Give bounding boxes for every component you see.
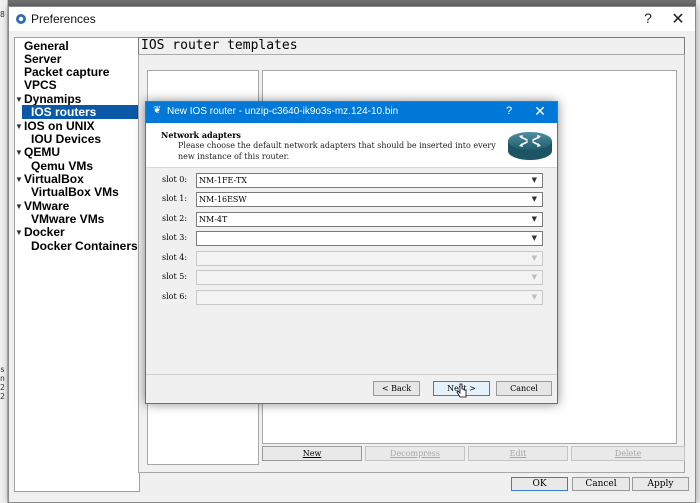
tree-item-label: Packet capture <box>24 65 110 79</box>
slot-3-select[interactable]: ▼ <box>196 231 543 246</box>
slot-4-label: slot 4: <box>162 253 188 262</box>
dialog-help-button[interactable]: ? <box>504 105 514 117</box>
tree-item-label: Dynamips <box>24 92 82 106</box>
dropdown-arrow-icon: ▼ <box>531 176 537 184</box>
tree-item-label: General <box>24 39 69 53</box>
slot-5-select[interactable]: ▼ <box>196 270 543 285</box>
dialog-cancel-button[interactable]: Cancel <box>496 381 552 396</box>
tree-item-ios-routers[interactable]: IOS routers <box>22 105 139 119</box>
preferences-tree[interactable]: General Server Packet capture VPCS ▼Dyna… <box>14 37 140 492</box>
slot-1-label: slot 1: <box>162 194 188 203</box>
slot-2-value: NM-4T <box>199 215 228 224</box>
chevron-down-icon[interactable]: ▼ <box>15 146 24 160</box>
help-button[interactable]: ? <box>641 10 655 26</box>
delete-button[interactable]: Delete <box>571 446 685 461</box>
tree-item-qemu[interactable]: ▼QEMU <box>15 145 139 159</box>
tree-item-qemu-vms[interactable]: Qemu VMs <box>31 159 139 173</box>
slot-0-label: slot 0: <box>162 175 188 184</box>
tree-item-label: IOU Devices <box>31 132 102 146</box>
dialog-separator <box>146 374 557 375</box>
edit-button[interactable]: Edit <box>468 446 568 461</box>
back-button[interactable]: < Back <box>373 381 420 396</box>
tree-item-label: VMware VMs <box>31 212 105 226</box>
tree-item-virtualbox-vms[interactable]: VirtualBox VMs <box>31 185 139 199</box>
slot-6-label: slot 6: <box>162 292 188 301</box>
tree-item-vmware-vms[interactable]: VMware VMs <box>31 212 139 226</box>
tree-item-general[interactable]: General <box>15 39 139 53</box>
tree-item-docker[interactable]: ▼Docker <box>15 225 139 239</box>
tree-item-label: VirtualBox VMs <box>31 185 119 199</box>
slot-0-select[interactable]: NM-1FE-TX ▼ <box>196 173 543 188</box>
slot-3-label: slot 3: <box>162 233 188 242</box>
chevron-down-icon[interactable]: ▼ <box>15 120 24 134</box>
slot-5-label: slot 5: <box>162 272 188 281</box>
preferences-titlebar: Preferences ? ✕ <box>9 7 695 31</box>
tree-item-label: QEMU <box>24 145 60 159</box>
tree-item-label: IOS on UNIX <box>24 119 95 133</box>
tree-item-label: Server <box>24 52 62 66</box>
tree-item-label: VMware <box>24 199 70 213</box>
tree-item-label: VPCS <box>24 78 57 92</box>
background-glyph: 8 <box>0 10 5 19</box>
tree-item-packet-capture[interactable]: Packet capture <box>15 65 139 79</box>
gns3-app-icon <box>16 14 26 24</box>
tree-item-dynamips[interactable]: ▼Dynamips <box>15 92 139 106</box>
tree-item-ios-on-unix[interactable]: ▼IOS on UNIX <box>15 119 139 133</box>
feather-icon: ❦ <box>153 105 162 116</box>
dropdown-arrow-icon: ▼ <box>531 254 537 262</box>
tree-item-label: VirtualBox <box>24 172 84 186</box>
background-window-edge-right <box>696 0 700 503</box>
chevron-down-icon[interactable]: ▼ <box>15 173 24 187</box>
preferences-title: Preferences <box>31 12 96 26</box>
background-glyph: sn22 <box>0 365 5 401</box>
tree-item-label: Docker Containers <box>31 239 138 253</box>
cancel-button[interactable]: Cancel <box>572 477 630 491</box>
slot-1-value: NM-16ESW <box>199 195 247 204</box>
page-title: IOS router templates <box>138 37 685 54</box>
apply-button[interactable]: Apply <box>632 477 689 491</box>
dropdown-arrow-icon: ▼ <box>531 273 537 281</box>
tree-item-iou-devices[interactable]: IOU Devices <box>31 132 139 146</box>
wizard-header: Network adapters Please choose the defau… <box>146 123 557 168</box>
dialog-close-icon[interactable]: ✕ <box>534 103 546 120</box>
slot-1-select[interactable]: NM-16ESW ▼ <box>196 192 543 207</box>
dialog-title: New IOS router - unzip-c3640-ik9o3s-mz.1… <box>167 106 399 117</box>
dialog-titlebar: ❦ New IOS router - unzip-c3640-ik9o3s-mz… <box>146 102 557 123</box>
slot-2-label: slot 2: <box>162 214 188 223</box>
mouse-pointer-icon <box>456 383 467 398</box>
new-ios-router-dialog: ❦ New IOS router - unzip-c3640-ik9o3s-mz… <box>145 101 558 404</box>
tree-item-label: Docker <box>24 225 65 239</box>
dropdown-arrow-icon: ▼ <box>531 215 537 223</box>
dropdown-arrow-icon: ▼ <box>531 195 537 203</box>
router-icon <box>508 132 552 160</box>
ok-button[interactable]: OK <box>511 477 568 491</box>
tree-item-server[interactable]: Server <box>15 52 139 66</box>
background-window-edge <box>0 0 8 503</box>
tree-item-label: Qemu VMs <box>31 159 94 173</box>
tree-item-virtualbox[interactable]: ▼VirtualBox <box>15 172 139 186</box>
slot-4-select[interactable]: ▼ <box>196 251 543 266</box>
wizard-page-subtitle: Please choose the default network adapte… <box>178 141 496 161</box>
chevron-down-icon[interactable]: ▼ <box>15 200 24 214</box>
tree-item-label: IOS routers <box>31 105 97 119</box>
tree-item-docker-containers[interactable]: Docker Containers <box>31 239 139 253</box>
dropdown-arrow-icon: ▼ <box>531 293 537 301</box>
tree-item-vpcs[interactable]: VPCS <box>15 78 139 92</box>
slot-2-select[interactable]: NM-4T ▼ <box>196 212 543 227</box>
slot-0-value: NM-1FE-TX <box>199 176 247 185</box>
dropdown-arrow-icon: ▼ <box>531 234 537 242</box>
tree-item-vmware[interactable]: ▼VMware <box>15 199 139 213</box>
close-icon[interactable]: ✕ <box>671 9 685 28</box>
slot-6-select[interactable]: ▼ <box>196 290 543 305</box>
chevron-down-icon[interactable]: ▼ <box>15 226 24 240</box>
new-button[interactable]: New <box>262 446 362 461</box>
decompress-button[interactable]: Decompress <box>365 446 465 461</box>
wizard-page-title: Network adapters <box>161 130 241 140</box>
